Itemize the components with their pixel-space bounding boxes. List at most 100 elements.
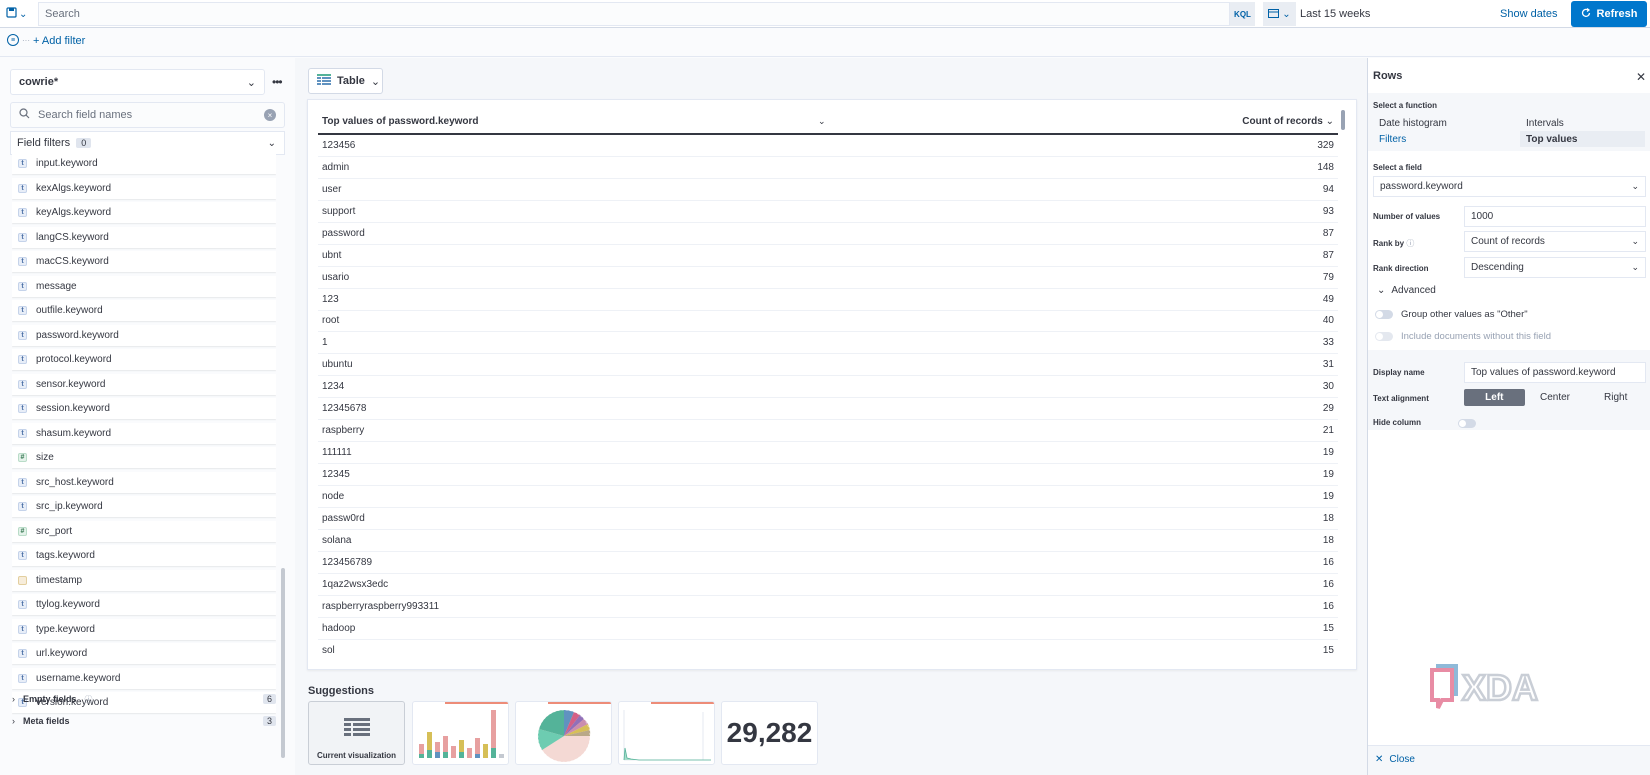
- close-icon[interactable]: ✕: [1636, 70, 1646, 84]
- table-row[interactable]: 12345678 29: [318, 398, 1338, 421]
- table-row[interactable]: 1qaz2wsx3edc 16: [318, 574, 1338, 596]
- field-item[interactable]: # src_port: [12, 520, 276, 542]
- field-item[interactable]: t session.keyword: [12, 398, 276, 419]
- field-item[interactable]: t message: [12, 275, 276, 297]
- table-row[interactable]: support 93: [318, 201, 1338, 223]
- toggle-switch[interactable]: [1458, 419, 1476, 428]
- suggestion-pie-chart[interactable]: [515, 701, 612, 765]
- field-item[interactable]: t url.keyword: [12, 643, 276, 664]
- table-row[interactable]: ubnt 87: [318, 245, 1338, 267]
- table-scrollbar[interactable]: [1341, 110, 1345, 660]
- field-item[interactable]: t macCS.keyword: [12, 251, 276, 272]
- rank-direction-select[interactable]: Descending ⌄: [1464, 257, 1646, 278]
- suggestion-current-visualization[interactable]: Current visualization: [308, 701, 405, 765]
- field-item[interactable]: t input.keyword: [12, 153, 276, 174]
- table-row[interactable]: usario 79: [318, 267, 1338, 289]
- field-filters-toggle[interactable]: Field filters 0 ⌄: [10, 131, 285, 155]
- advanced-toggle[interactable]: ⌄ Advanced: [1377, 285, 1436, 296]
- index-pattern-picker[interactable]: cowrie* ⌄: [10, 69, 265, 95]
- field-name: src_port: [36, 525, 73, 537]
- date-quick-menu-button[interactable]: ⌄: [1263, 2, 1296, 26]
- toggle-switch[interactable]: [1375, 310, 1393, 319]
- table-row[interactable]: root 40: [318, 311, 1338, 333]
- field-item[interactable]: t username.keyword: [12, 667, 276, 689]
- search-input[interactable]: Search: [38, 2, 1230, 26]
- cell-password: admin: [322, 161, 350, 173]
- table-row[interactable]: admin 148: [318, 157, 1338, 179]
- field-name: input.keyword: [36, 158, 98, 169]
- align-left-button[interactable]: Left: [1464, 389, 1525, 406]
- table-row[interactable]: user 94: [318, 179, 1338, 201]
- field-item[interactable]: t outfile.keyword: [12, 300, 276, 321]
- chart-type-switcher[interactable]: Table ⌄: [308, 68, 383, 94]
- refresh-button[interactable]: Refresh: [1571, 1, 1647, 27]
- field-item[interactable]: # size: [12, 447, 276, 468]
- saved-query-menu-button[interactable]: ⌄: [6, 4, 36, 24]
- table-row[interactable]: 123 49: [318, 289, 1338, 311]
- rank-by-select[interactable]: Count of records ⌄: [1464, 231, 1646, 252]
- display-name-input[interactable]: Top values of password.keyword: [1464, 362, 1646, 383]
- field-item[interactable]: t keyAlgs.keyword: [12, 202, 276, 223]
- column-header-count[interactable]: Count of records ⌄: [1242, 116, 1334, 127]
- table-row[interactable]: passw0rd 18: [318, 508, 1338, 530]
- field-item[interactable]: t kexAlgs.keyword: [12, 177, 276, 199]
- cell-count: 148: [1317, 161, 1334, 173]
- suggestion-metric[interactable]: 29,282: [721, 701, 818, 765]
- field-item[interactable]: t ttylog.keyword: [12, 594, 276, 615]
- function-option-date-histogram[interactable]: Date histogram: [1379, 118, 1447, 129]
- column-header-top-values[interactable]: Top values of password.keyword: [322, 116, 479, 127]
- field-select[interactable]: password.keyword ⌄: [1373, 176, 1646, 197]
- field-item[interactable]: t tags.keyword: [12, 545, 276, 566]
- table-row[interactable]: hadoop 15: [318, 618, 1338, 640]
- table-row[interactable]: 111111 19: [318, 442, 1338, 465]
- field-item[interactable]: t sensor.keyword: [12, 373, 276, 395]
- show-dates-link[interactable]: Show dates: [1500, 2, 1557, 26]
- table-row[interactable]: 1234 30: [318, 376, 1338, 399]
- table-row[interactable]: node 19: [318, 486, 1338, 508]
- more-options-icon[interactable]: •••: [272, 75, 283, 89]
- add-filter-button[interactable]: + Add filter: [33, 35, 85, 47]
- table-row[interactable]: password 87: [318, 223, 1338, 245]
- empty-fields-group[interactable]: › Empty fields ⓘ 6: [12, 689, 276, 709]
- number-field-type-icon: #: [18, 453, 27, 462]
- field-search-input[interactable]: Search field names ×: [10, 102, 285, 128]
- suggestion-line-chart[interactable]: [618, 701, 715, 765]
- field-item[interactable]: t src_ip.keyword: [12, 496, 276, 517]
- hide-column-switch[interactable]: [1458, 419, 1476, 428]
- close-button[interactable]: ✕ Close: [1375, 754, 1415, 765]
- filter-options-icon[interactable]: ≡: [7, 34, 19, 46]
- table-row[interactable]: 123456 329: [318, 135, 1338, 157]
- table-row[interactable]: solana 18: [318, 530, 1338, 552]
- table-row[interactable]: 12345 19: [318, 464, 1338, 486]
- scrollbar-thumb[interactable]: [1341, 110, 1345, 130]
- chevron-down-icon[interactable]: ⌄: [818, 116, 826, 127]
- function-option-intervals[interactable]: Intervals: [1526, 118, 1564, 129]
- scrollbar-thumb[interactable]: [281, 568, 285, 758]
- table-row[interactable]: 1 33: [318, 332, 1338, 355]
- field-item[interactable]: t langCS.keyword: [12, 226, 276, 248]
- field-item[interactable]: t password.keyword: [12, 324, 276, 346]
- function-option-top-values[interactable]: Top values: [1520, 131, 1645, 147]
- field-item[interactable]: t type.keyword: [12, 618, 276, 640]
- suggestion-bar-chart[interactable]: [412, 701, 509, 765]
- function-option-filters[interactable]: Filters: [1379, 134, 1406, 145]
- table-row[interactable]: sol 15: [318, 640, 1338, 661]
- align-center-button[interactable]: Center: [1525, 389, 1586, 406]
- align-right-button[interactable]: Right: [1585, 389, 1646, 406]
- toggle-switch[interactable]: [1375, 332, 1393, 341]
- table-row[interactable]: ubuntu 31: [318, 354, 1338, 377]
- field-item[interactable]: t src_host.keyword: [12, 471, 276, 493]
- table-row[interactable]: raspberryraspberry993311 16: [318, 596, 1338, 618]
- group-other-switch[interactable]: Group other values as "Other": [1375, 309, 1528, 320]
- number-of-values-input[interactable]: 1000: [1464, 206, 1646, 227]
- table-row[interactable]: 123456789 16: [318, 552, 1338, 574]
- field-item[interactable]: t shasum.keyword: [12, 422, 276, 444]
- field-item[interactable]: timestamp: [12, 569, 276, 591]
- meta-fields-group[interactable]: › Meta fields 3: [12, 711, 276, 731]
- kql-toggle-button[interactable]: KQL: [1230, 2, 1255, 26]
- field-list-scrollbar[interactable]: [281, 153, 285, 758]
- field-item[interactable]: t protocol.keyword: [12, 349, 276, 370]
- include-documents-switch[interactable]: Include documents without this field: [1375, 331, 1551, 342]
- table-row[interactable]: raspberry 21: [318, 420, 1338, 443]
- clear-icon[interactable]: ×: [264, 109, 276, 121]
